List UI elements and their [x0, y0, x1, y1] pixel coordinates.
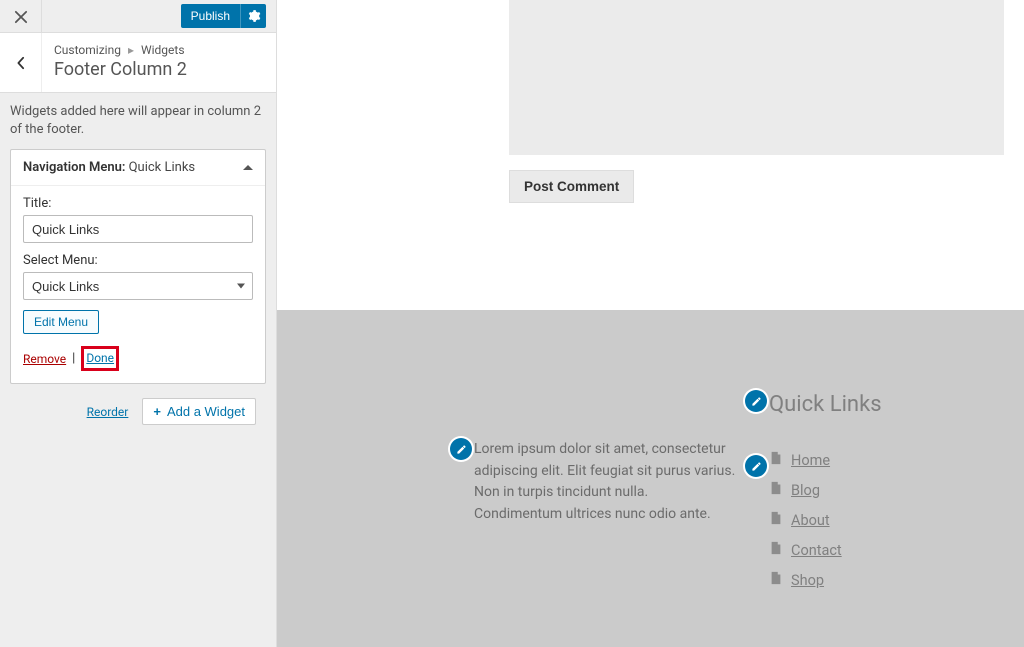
post-comment-button[interactable]: Post Comment	[509, 170, 634, 203]
customizer-panel: Publish Customizing ▸ Widgets Footer Col…	[0, 0, 277, 647]
quick-links-list: Home Blog About Contact Shop	[769, 451, 842, 601]
publish-button[interactable]: Publish	[181, 4, 240, 28]
close-icon	[14, 10, 28, 24]
select-menu-dropdown[interactable]	[23, 272, 253, 300]
document-icon	[769, 451, 783, 469]
panel-header: Customizing ▸ Widgets Footer Column 2	[0, 33, 276, 93]
document-icon	[769, 511, 783, 529]
pencil-icon	[751, 396, 762, 407]
widget-header[interactable]: Navigation Menu: Quick Links	[11, 150, 265, 186]
edit-menu-button[interactable]: Edit Menu	[23, 310, 99, 334]
breadcrumb-parent[interactable]: Widgets	[141, 43, 185, 57]
pencil-icon	[456, 444, 467, 455]
site-preview: Post Comment Lorem ipsum dolor sit amet,…	[277, 0, 1024, 647]
select-menu-label: Select Menu:	[23, 253, 253, 268]
list-item: Home	[769, 451, 842, 469]
list-item: About	[769, 511, 842, 529]
chevron-up-icon	[243, 165, 253, 170]
separator: |	[72, 351, 75, 366]
add-widget-label: Add a Widget	[167, 404, 245, 419]
footer-link-home[interactable]: Home	[791, 452, 830, 469]
list-item: Contact	[769, 541, 842, 559]
remove-widget-link[interactable]: Remove	[23, 352, 66, 366]
document-icon	[769, 571, 783, 589]
reorder-link[interactable]: Reorder	[87, 405, 129, 419]
list-item: Shop	[769, 571, 842, 589]
title-label: Title:	[23, 196, 253, 211]
widget-box: Navigation Menu: Quick Links Title: Sele…	[10, 149, 266, 384]
pencil-icon	[751, 461, 762, 472]
breadcrumb-root: Customizing	[54, 43, 121, 57]
add-widget-button[interactable]: + Add a Widget	[142, 398, 256, 425]
widget-body: Title: Select Menu: Edit Menu Remove | D…	[11, 186, 265, 383]
edit-shortcut-button[interactable]	[745, 390, 767, 412]
section-title: Footer Column 2	[54, 59, 187, 80]
done-link[interactable]: Done	[86, 351, 114, 365]
footer-text-widget: Lorem ipsum dolor sit amet, consectetur …	[474, 439, 736, 526]
edit-shortcut-button[interactable]	[745, 455, 767, 477]
publish-wrap: Publish	[181, 0, 276, 32]
widget-label: Navigation Menu: Quick Links	[23, 160, 195, 175]
document-icon	[769, 541, 783, 559]
section-description: Widgets added here will appear in column…	[10, 103, 266, 139]
header-text: Customizing ▸ Widgets Footer Column 2	[42, 33, 199, 92]
chevron-right-icon: ▸	[128, 43, 134, 57]
document-icon	[769, 481, 783, 499]
chevron-left-icon	[14, 56, 28, 70]
comment-textarea-placeholder[interactable]	[509, 0, 1004, 155]
widget-title-input[interactable]	[23, 215, 253, 243]
select-menu-wrap	[23, 272, 253, 300]
breadcrumb: Customizing ▸ Widgets	[54, 43, 187, 57]
panel-top-bar: Publish	[0, 0, 276, 33]
content-gap	[277, 210, 1024, 310]
footer-link-contact[interactable]: Contact	[791, 542, 842, 559]
footer-preview: Lorem ipsum dolor sit amet, consectetur …	[277, 310, 1024, 647]
panel-footer: Reorder + Add a Widget	[10, 398, 266, 425]
gear-icon	[247, 9, 261, 23]
quick-links-heading: Quick Links	[769, 392, 882, 417]
footer-link-about[interactable]: About	[791, 512, 830, 529]
footer-link-blog[interactable]: Blog	[791, 482, 820, 499]
publish-settings-button[interactable]	[240, 4, 266, 28]
back-button[interactable]	[0, 33, 42, 92]
footer-link-shop[interactable]: Shop	[791, 572, 824, 589]
widget-actions: Remove | Done	[23, 346, 253, 371]
done-highlight-box: Done	[81, 346, 119, 371]
list-item: Blog	[769, 481, 842, 499]
close-customizer-button[interactable]	[0, 0, 42, 33]
edit-shortcut-button[interactable]	[450, 438, 472, 460]
plus-icon: +	[153, 404, 161, 419]
